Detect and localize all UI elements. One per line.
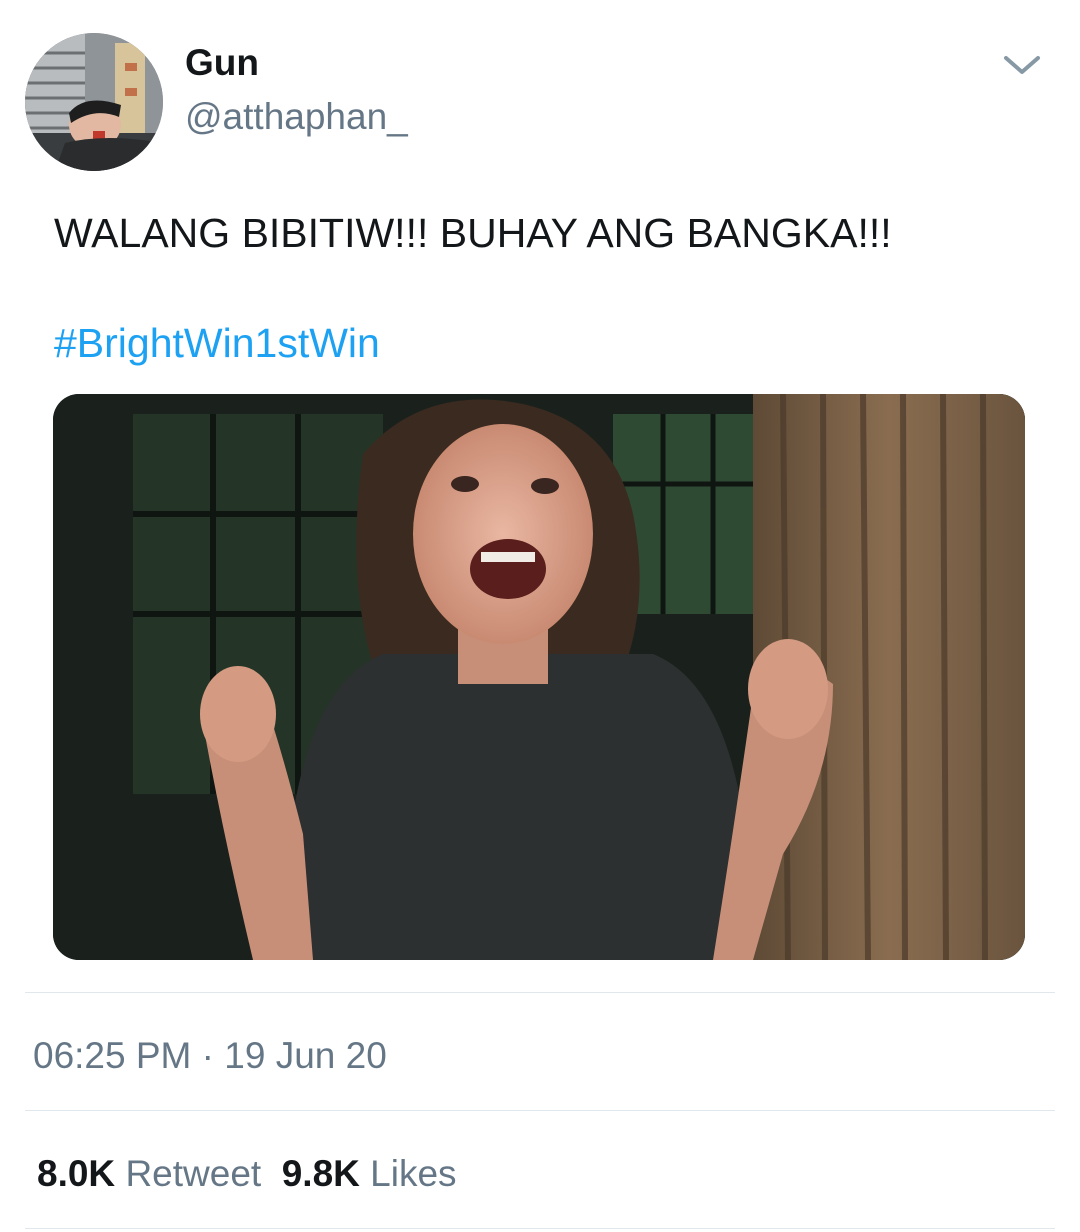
display-name[interactable]: Gun [185,42,259,84]
retweet-count: 8.0K [37,1153,116,1194]
timestamp-separator: · [191,1035,225,1076]
like-label: Likes [370,1153,457,1194]
avatar[interactable] [25,33,163,171]
retweets-stat[interactable]: 8.0K Retweet [37,1153,261,1194]
tweet-timestamp[interactable]: 06:25 PM · 19 Jun 20 [33,1035,387,1077]
tweet-time: 06:25 PM [33,1035,192,1076]
media-gif [53,394,1025,960]
avatar-image [25,33,163,171]
user-handle[interactable]: @atthaphan_ [185,96,408,138]
divider [25,1110,1055,1111]
likes-stat[interactable]: 9.8K Likes [282,1153,457,1194]
chevron-down-icon[interactable] [1000,50,1044,80]
divider [25,992,1055,993]
hashtag-link[interactable]: #BrightWin1stWin [54,320,380,367]
retweet-label: Retweet [125,1153,262,1194]
tweet-text: WALANG BIBITIW!!! BUHAY ANG BANGKA!!! [54,210,892,256]
tweet-date: 19 Jun 20 [224,1035,387,1076]
divider [25,1228,1055,1229]
tweet-stats: 8.0K Retweet 9.8K Likes [37,1153,457,1195]
like-count: 9.8K [281,1153,360,1194]
tweet-media[interactable] [53,394,1025,960]
